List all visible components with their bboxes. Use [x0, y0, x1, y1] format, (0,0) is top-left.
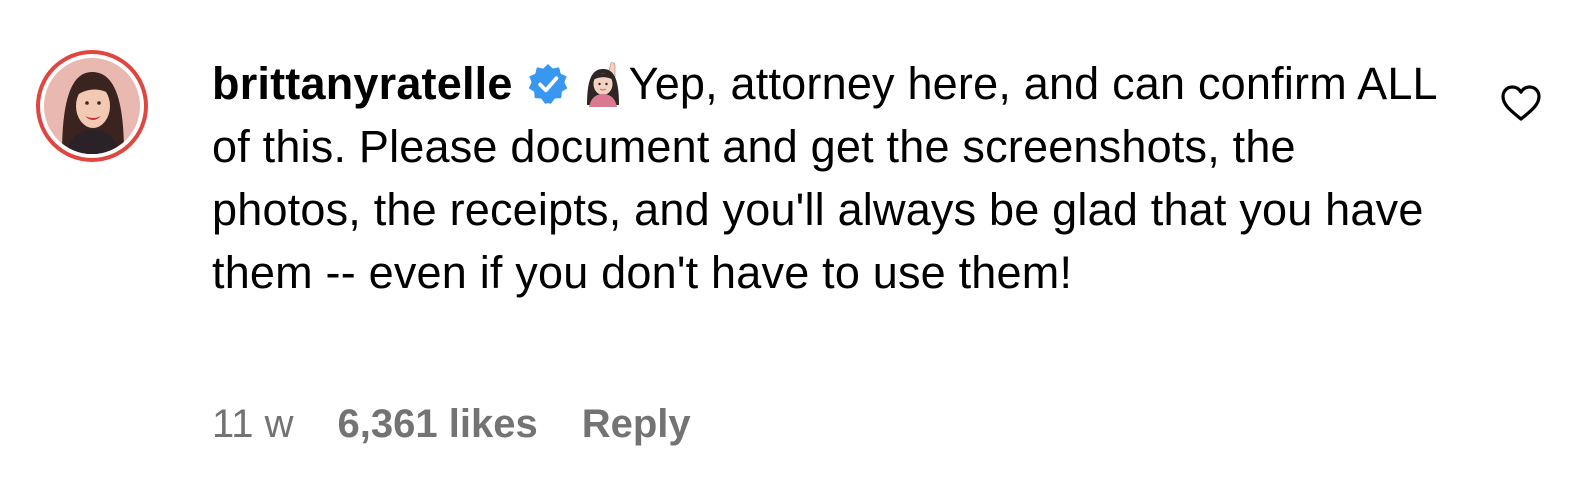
heart-outline-icon[interactable] — [1500, 84, 1542, 122]
avatar-photo — [44, 58, 140, 154]
comment-meta: 11 w 6,361 likes Reply — [212, 398, 691, 450]
comment-body: brittanyratelle Yep, attorney here, and … — [212, 52, 1452, 304]
reply-button[interactable]: Reply — [582, 398, 691, 450]
raising-hand-woman-emoji — [586, 62, 619, 107]
avatar[interactable] — [40, 54, 144, 158]
comment: brittanyratelle Yep, attorney here, and … — [0, 0, 1572, 485]
likes-count-button[interactable]: 6,361 likes — [338, 398, 538, 450]
username-link[interactable]: brittanyratelle — [212, 58, 513, 109]
comment-timestamp[interactable]: 11 w — [212, 398, 294, 450]
avatar-story-ring[interactable] — [36, 50, 148, 162]
verified-badge-icon — [528, 64, 567, 104]
